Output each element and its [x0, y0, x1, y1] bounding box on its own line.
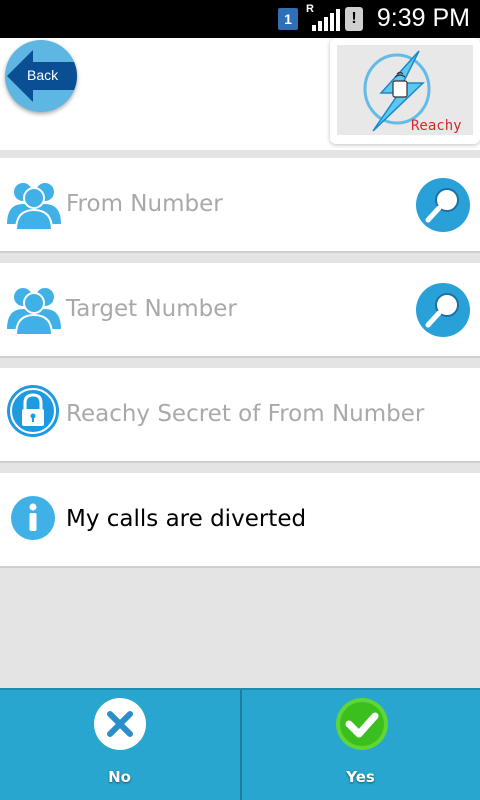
check-icon	[336, 698, 388, 750]
logo-text: Reachy	[411, 118, 462, 134]
search-icon	[425, 293, 459, 328]
bottom-action-bar: No Yes	[0, 688, 480, 800]
alert-icon: !	[345, 7, 363, 31]
info-icon	[11, 496, 55, 540]
signal-icon	[312, 9, 340, 31]
target-number-search-button[interactable]	[416, 283, 470, 337]
app-logo: Reachy	[330, 38, 480, 144]
yes-button[interactable]: Yes	[240, 690, 479, 800]
no-button-label: No	[108, 768, 131, 786]
search-icon	[425, 188, 459, 223]
no-button[interactable]: No	[0, 690, 239, 800]
from-number-search-button[interactable]	[416, 178, 470, 232]
clock: 9:39 PM	[376, 4, 470, 32]
from-number-field: From Number	[66, 191, 223, 217]
calls-diverted-row[interactable]: My calls are diverted	[0, 473, 480, 568]
secret-row[interactable]: Reachy Secret of From Number	[0, 368, 480, 463]
back-button[interactable]: Back	[5, 40, 77, 112]
close-icon	[94, 698, 146, 750]
target-number-field: Target Number	[66, 296, 237, 322]
yes-button-label: Yes	[346, 768, 375, 786]
logo-image: Reachy	[337, 45, 473, 135]
calls-diverted-label: My calls are diverted	[66, 506, 307, 532]
people-icon	[7, 288, 61, 335]
secret-field: Reachy Secret of From Number	[66, 401, 425, 427]
target-number-row[interactable]: Target Number	[0, 263, 480, 358]
from-number-row[interactable]: From Number	[0, 158, 480, 253]
header: Back Reachy	[0, 38, 480, 150]
back-button-label: Back	[27, 67, 59, 83]
sim-icon: 1	[278, 8, 298, 30]
status-bar: 1 R ! 9:39 PM	[0, 0, 480, 38]
lock-icon	[7, 385, 59, 437]
people-icon	[7, 183, 61, 230]
